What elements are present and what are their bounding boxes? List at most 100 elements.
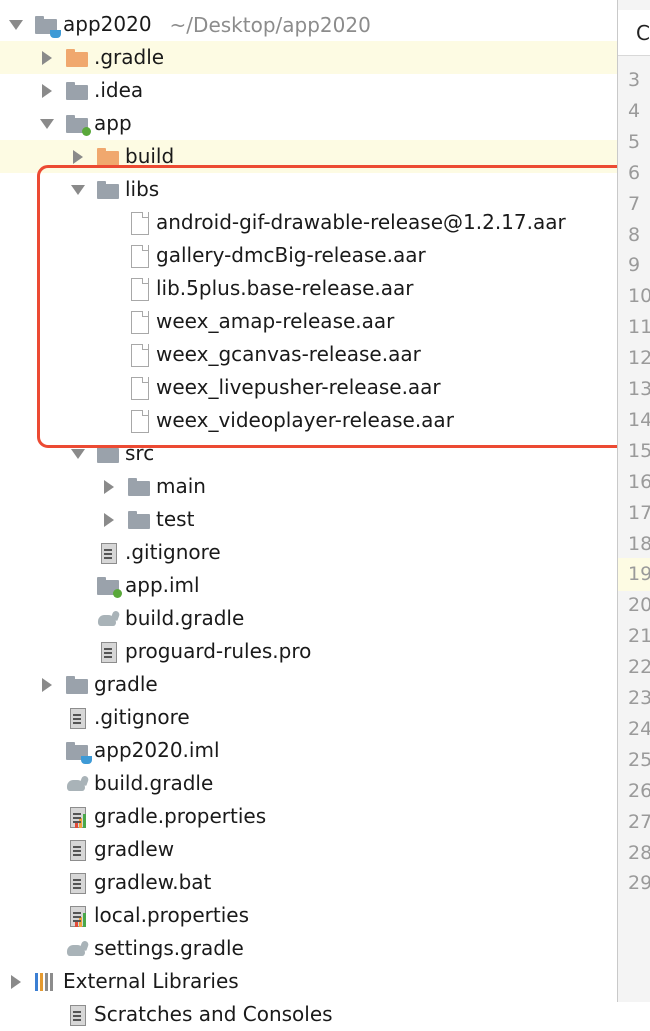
tree-row-label: local.properties xyxy=(94,903,250,927)
gradle-icon xyxy=(96,608,120,630)
tree-row[interactable]: test xyxy=(0,503,617,536)
collapsed-arrow-icon[interactable] xyxy=(37,41,57,74)
tree-row[interactable]: main xyxy=(0,470,617,503)
tree-row[interactable]: .gradle xyxy=(0,41,617,74)
tree-row[interactable]: .idea xyxy=(0,74,617,107)
expanded-arrow-icon[interactable] xyxy=(37,107,57,140)
project-tree: app2020 ~/Desktop/app2020 .gradle .idea app b… xyxy=(0,0,617,1026)
file-icon xyxy=(127,376,151,400)
text-file-icon xyxy=(96,542,120,564)
tree-row[interactable]: gradle xyxy=(0,668,617,701)
folder-icon xyxy=(96,443,120,465)
line-number: 11 xyxy=(628,316,650,339)
tree-row[interactable]: lib.5plus.base-release.aar xyxy=(0,272,617,305)
expanded-arrow-icon[interactable] xyxy=(68,437,88,470)
tree-row[interactable]: android-gif-drawable-release@1.2.17.aar xyxy=(0,206,617,239)
folder-icon xyxy=(127,509,151,531)
collapsed-arrow-icon[interactable] xyxy=(68,140,88,173)
tree-row[interactable]: weex_gcanvas-release.aar xyxy=(0,338,617,371)
line-number: 10 xyxy=(628,285,650,308)
tree-row[interactable]: gradle.properties xyxy=(0,800,617,833)
properties-file-icon xyxy=(65,905,89,927)
tree-row-label: External Libraries xyxy=(63,969,239,993)
tree-row-label: .idea xyxy=(94,78,144,102)
tree-row[interactable]: build.gradle xyxy=(0,767,617,800)
collapsed-arrow-icon[interactable] xyxy=(37,74,57,107)
tree-row[interactable]: app2020.iml xyxy=(0,734,617,767)
tree-row-label: build.gradle xyxy=(125,606,245,630)
tree-row[interactable]: Scratches and Consoles xyxy=(0,998,617,1031)
line-number: 24 xyxy=(628,717,650,740)
tree-row-label: build.gradle xyxy=(94,771,214,795)
tree-row[interactable]: app.iml xyxy=(0,569,617,602)
tree-row-label: app2020 xyxy=(63,12,152,36)
tree-row-label: weex_livepusher-release.aar xyxy=(156,375,441,399)
excluded-folder-icon xyxy=(96,146,120,168)
line-number: 8 xyxy=(628,223,641,246)
folder-icon xyxy=(96,179,120,201)
tree-row[interactable]: build xyxy=(0,140,617,173)
folder-icon xyxy=(127,476,151,498)
file-icon xyxy=(127,409,151,433)
line-number: 6 xyxy=(628,161,641,184)
tree-row-label: weex_amap-release.aar xyxy=(156,309,395,333)
tree-row-label: .gradle xyxy=(94,45,165,69)
scratches-icon xyxy=(65,1004,89,1026)
tree-row[interactable]: src xyxy=(0,437,617,470)
tree-row-label: .gitignore xyxy=(94,705,190,729)
text-file-icon xyxy=(65,839,89,861)
tree-row[interactable]: local.properties xyxy=(0,899,617,932)
tree-row-label: gallery-dmcBig-release.aar xyxy=(156,243,426,267)
file-icon xyxy=(127,310,151,334)
tree-row[interactable]: .gitignore xyxy=(0,701,617,734)
tree-row[interactable]: app xyxy=(0,107,617,140)
file-icon xyxy=(127,244,151,268)
expanded-arrow-icon[interactable] xyxy=(6,8,26,41)
tree-row[interactable]: settings.gradle xyxy=(0,932,617,965)
tree-row[interactable]: gradlew xyxy=(0,833,617,866)
line-number: 5 xyxy=(628,130,641,153)
collapsed-arrow-icon[interactable] xyxy=(37,668,57,701)
tree-row-label: src xyxy=(125,441,155,465)
tree-row-label: build xyxy=(125,144,175,168)
tree-row[interactable]: weex_amap-release.aar xyxy=(0,305,617,338)
tree-row-label: android-gif-drawable-release@1.2.17.aar xyxy=(156,210,566,234)
module-folder-icon xyxy=(34,14,61,38)
tree-row[interactable]: .gitignore xyxy=(0,536,617,569)
line-number: 26 xyxy=(628,779,650,802)
line-number: 19 xyxy=(618,558,650,592)
tree-row[interactable]: proguard-rules.pro xyxy=(0,635,617,668)
tree-row[interactable]: External Libraries xyxy=(0,965,617,998)
tree-row[interactable]: gradlew.bat xyxy=(0,866,617,899)
collapsed-arrow-icon[interactable] xyxy=(99,470,119,503)
expanded-arrow-icon[interactable] xyxy=(68,173,88,206)
collapsed-arrow-icon[interactable] xyxy=(99,503,119,536)
collapsed-arrow-icon[interactable] xyxy=(6,965,26,998)
tree-row-label: weex_gcanvas-release.aar xyxy=(156,342,421,366)
tree-row-label: settings.gradle xyxy=(94,936,244,960)
line-number: 16 xyxy=(628,470,650,493)
tree-row-label: weex_videoplayer-release.aar xyxy=(156,408,454,432)
tree-row[interactable]: gallery-dmcBig-release.aar xyxy=(0,239,617,272)
tree-row[interactable]: weex_videoplayer-release.aar xyxy=(0,404,617,437)
line-number: 21 xyxy=(628,625,650,648)
tree-row[interactable]: app2020 ~/Desktop/app2020 xyxy=(0,8,617,41)
tree-row-label: .gitignore xyxy=(125,540,221,564)
tree-row[interactable]: weex_livepusher-release.aar xyxy=(0,371,617,404)
tree-row-label: proguard-rules.pro xyxy=(125,639,312,663)
tree-row[interactable]: libs xyxy=(0,173,617,206)
tree-row[interactable]: build.gradle xyxy=(0,602,617,635)
editor-tab[interactable]: C xyxy=(618,10,650,56)
